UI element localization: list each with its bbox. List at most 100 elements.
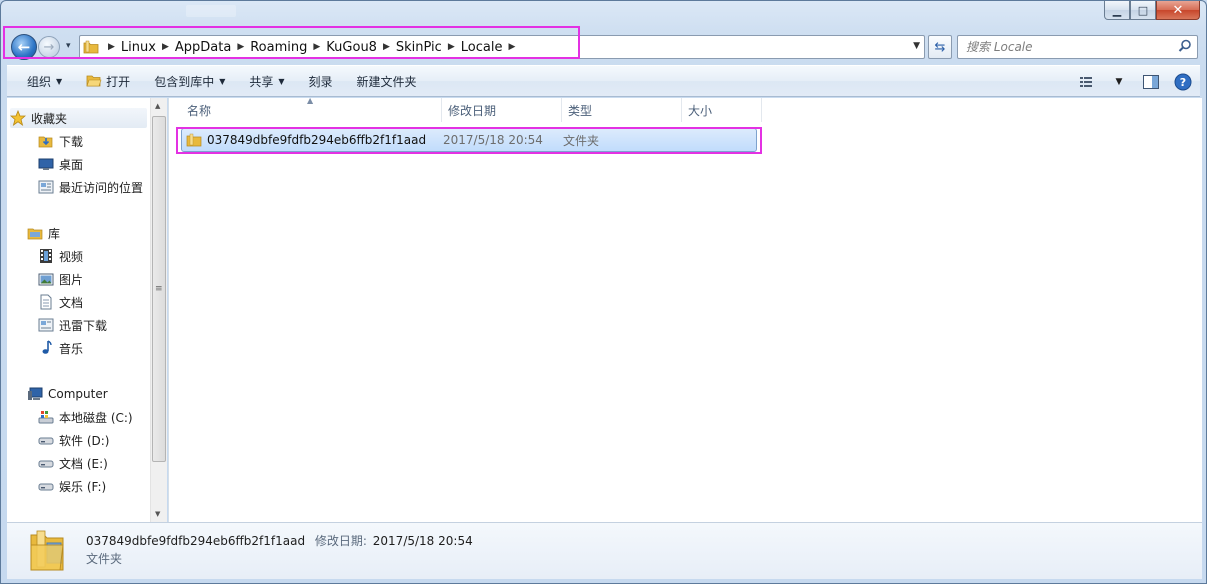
preview-pane-button[interactable] (1138, 70, 1164, 94)
sidebar-item-libraries[interactable]: 库 (27, 223, 60, 243)
back-button[interactable]: ← (11, 34, 37, 60)
burn-label: 刻录 (308, 74, 333, 89)
sidebar-item-label: Computer (48, 387, 108, 401)
sidebar-item-label: 文档 (59, 295, 84, 310)
sidebar-item-music[interactable]: 音乐 (38, 338, 83, 358)
include-label: 包含到库中 (154, 74, 215, 89)
sidebar-item-favorites[interactable]: 收藏夹 (10, 108, 147, 128)
sidebar-item-drive-d[interactable]: 软件 (D:) (38, 430, 109, 450)
download-folder-icon (38, 133, 54, 149)
sidebar-item-computer[interactable]: Computer (27, 384, 108, 404)
help-button[interactable]: ? (1170, 70, 1196, 94)
burn-button[interactable]: 刻录 (297, 69, 345, 93)
sidebar-item-label: 视频 (59, 249, 84, 264)
breadcrumb-roaming[interactable]: Roaming ▶ (250, 40, 326, 55)
new-folder-label: 新建文件夹 (356, 74, 417, 89)
navigation-bar: ← → ▾ ▶ Linux ▶ AppData ▶ Roaming ▶ KuGou8 ▶… (7, 33, 1200, 61)
music-library-icon (38, 340, 54, 356)
sidebar-item-downloads[interactable]: 下载 (38, 131, 83, 151)
folder-large-icon (27, 527, 67, 576)
organize-label: 组织 (27, 74, 52, 89)
libraries-icon (27, 225, 43, 241)
file-list: ▲ 名称 修改日期 类型 大小 037849dbfe9fdfb294eb6ffb… (168, 96, 1202, 522)
view-controls: ▼ ? (1074, 70, 1196, 94)
change-view-button[interactable] (1074, 70, 1100, 94)
maximize-button[interactable]: □ (1130, 1, 1156, 20)
scroll-grip-icon: ≡ (155, 284, 163, 294)
breadcrumb-skinpic[interactable]: SkinPic ▶ (396, 40, 461, 55)
details-modified-label: 修改日期: (314, 534, 367, 548)
search-icon[interactable] (1178, 39, 1192, 56)
file-type: 文件夹 (563, 133, 600, 148)
sidebar-item-label: 本地磁盘 (C:) (59, 410, 133, 425)
view-list-icon (1080, 77, 1092, 87)
drive-icon (38, 432, 54, 448)
star-icon (10, 110, 26, 126)
system-drive-icon (38, 409, 54, 425)
chevron-down-icon: ▼ (56, 76, 63, 86)
thunder-download-icon (38, 317, 54, 333)
details-modified-value: 2017/5/18 20:54 (372, 534, 473, 548)
column-header-size[interactable]: 大小 (682, 98, 762, 122)
sidebar-item-thunder-downloads[interactable]: 迅雷下载 (38, 315, 107, 335)
refresh-button[interactable]: ⇆ (928, 35, 952, 59)
sidebar-item-drive-f[interactable]: 娱乐 (F:) (38, 476, 106, 496)
search-input[interactable] (966, 40, 1166, 54)
caption-buttons: ▁ □ ✕ (1104, 1, 1200, 21)
help-icon: ? (1174, 73, 1192, 91)
drive-icon (38, 478, 54, 494)
details-file-type: 文件夹 (86, 552, 123, 566)
address-dropdown-icon[interactable]: ▼ (913, 41, 920, 51)
drive-icon (38, 455, 54, 471)
address-bar[interactable]: ▶ Linux ▶ AppData ▶ Roaming ▶ KuGou8 ▶ SkinP… (79, 35, 925, 59)
sidebar-item-recent-places[interactable]: 最近访问的位置 (38, 177, 143, 197)
preview-pane-icon (1143, 75, 1159, 89)
folder-icon (80, 40, 102, 54)
share-button[interactable]: 共享 ▼ (237, 69, 296, 93)
include-in-library-button[interactable]: 包含到库中 ▼ (142, 69, 237, 93)
folder-icon (186, 132, 202, 148)
open-button[interactable]: 打开 (74, 69, 142, 93)
explorer-window: ▁ □ ✕ ← → ▾ ▶ Linux ▶ AppData ▶ Roaming ▶ K… (0, 0, 1207, 584)
sidebar-item-label: 娱乐 (F:) (59, 479, 107, 494)
view-options-dropdown[interactable]: ▼ (1106, 70, 1132, 94)
sidebar-item-videos[interactable]: 视频 (38, 246, 83, 266)
forward-button[interactable]: → (38, 36, 60, 58)
sidebar-item-pictures[interactable]: 图片 (38, 269, 83, 289)
column-headers: 名称 修改日期 类型 大小 (169, 98, 762, 122)
organize-button[interactable]: 组织 ▼ (15, 69, 74, 93)
breadcrumb-sep[interactable]: ▶ (102, 42, 121, 52)
navigation-pane-scrollbar[interactable]: ▲ ≡ ▼ (150, 98, 167, 522)
close-button[interactable]: ✕ (1156, 1, 1200, 20)
breadcrumb-linux[interactable]: Linux ▶ (121, 40, 175, 55)
column-header-modified[interactable]: 修改日期 (442, 98, 562, 122)
sidebar-item-desktop[interactable]: 桌面 (38, 154, 83, 174)
sidebar-item-label: 软件 (D:) (59, 433, 110, 448)
computer-icon (27, 386, 43, 402)
breadcrumb-locale[interactable]: Locale ▶ (461, 40, 522, 55)
sidebar-item-label: 库 (48, 226, 61, 241)
sidebar-item-drive-e[interactable]: 文档 (E:) (38, 453, 108, 473)
scroll-up-icon[interactable]: ▲ (155, 102, 160, 110)
recent-pages-dropdown[interactable]: ▾ (66, 41, 71, 51)
sidebar-item-label: 收藏夹 (31, 111, 68, 126)
sidebar-item-label: 下载 (59, 134, 84, 149)
table-row[interactable]: 037849dbfe9fdfb294eb6ffb2f1f1aad 2017/5/… (181, 128, 757, 152)
file-name-cell: 037849dbfe9fdfb294eb6ffb2f1f1aad (182, 132, 443, 148)
scroll-down-icon[interactable]: ▼ (155, 510, 160, 518)
new-folder-button[interactable]: 新建文件夹 (345, 69, 429, 93)
minimize-button[interactable]: ▁ (1104, 1, 1130, 20)
sidebar-item-label: 音乐 (59, 341, 84, 356)
column-header-type[interactable]: 类型 (562, 98, 682, 122)
svg-text:?: ? (1180, 76, 1186, 89)
search-box[interactable] (957, 35, 1198, 59)
breadcrumb-appdata[interactable]: AppData ▶ (175, 40, 250, 55)
details-summary: 037849dbfe9fdfb294eb6ffb2f1f1aad 修改日期: 2… (86, 532, 473, 549)
command-bar: 组织 ▼ 打开 包含到库中 ▼ 共享 ▼ 刻录 新建文件夹 ▼ ? (7, 65, 1200, 97)
share-label: 共享 (249, 74, 274, 89)
breadcrumb-kugou8[interactable]: KuGou8 ▶ (326, 40, 396, 55)
chevron-down-icon: ▼ (219, 76, 226, 86)
sidebar-item-documents[interactable]: 文档 (38, 292, 83, 312)
sidebar-item-drive-c[interactable]: 本地磁盘 (C:) (38, 407, 133, 427)
column-header-name[interactable]: 名称 (169, 98, 442, 122)
